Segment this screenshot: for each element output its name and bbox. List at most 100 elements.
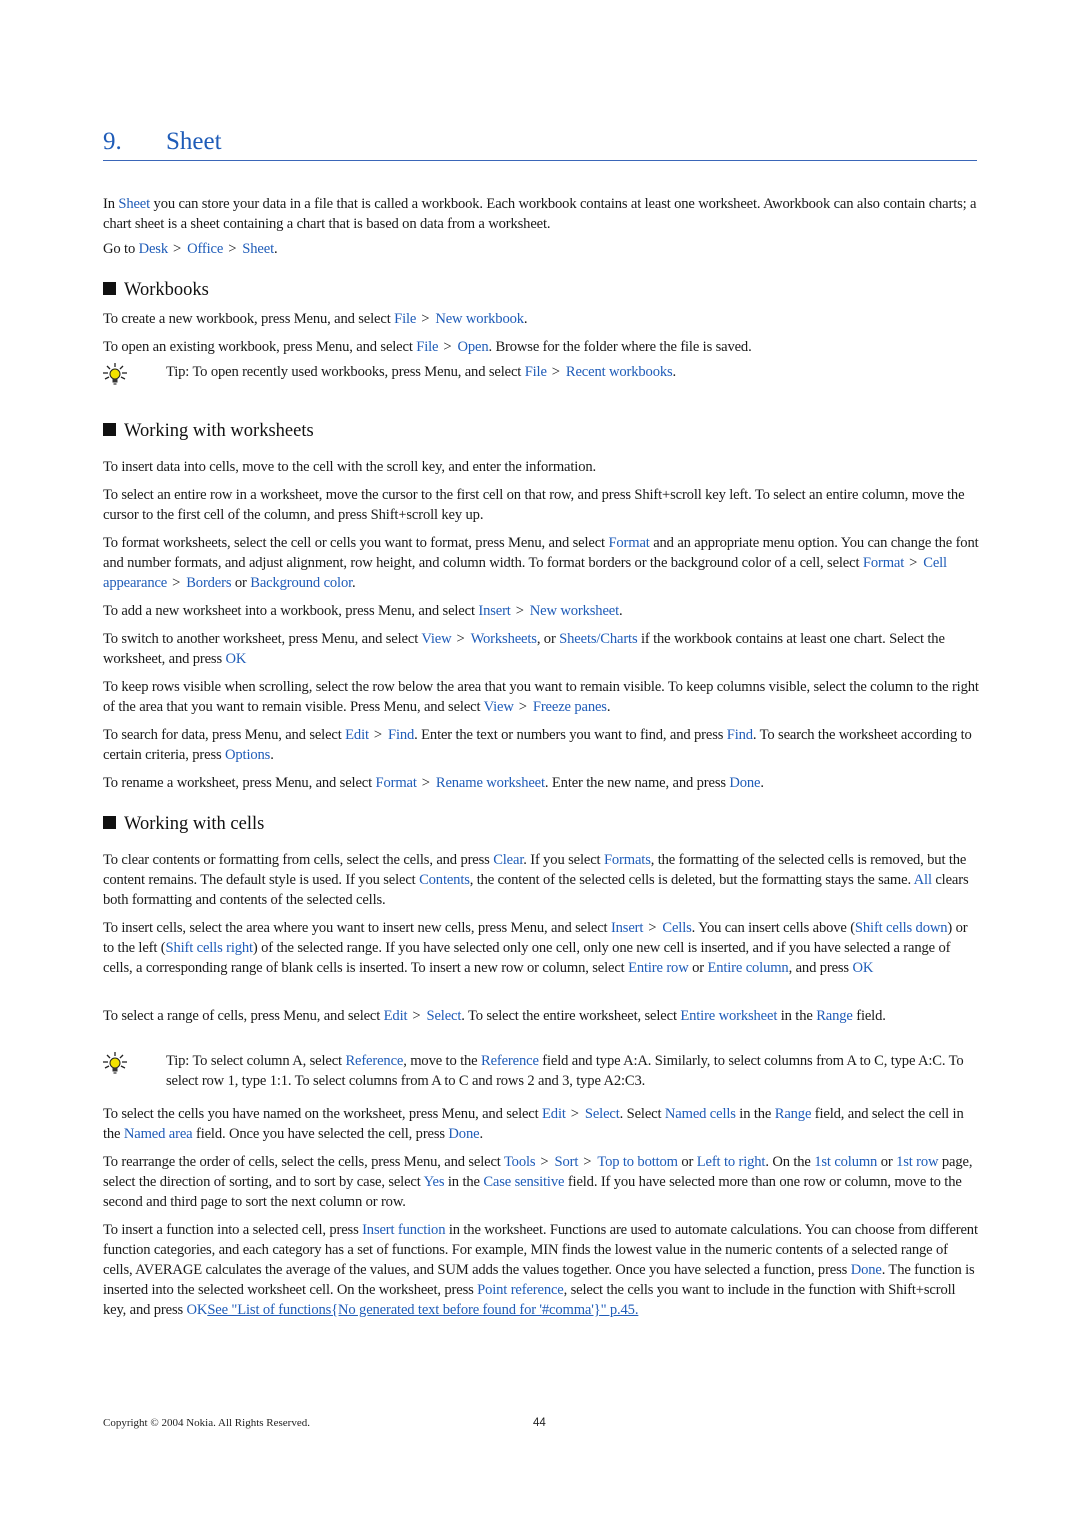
menu-reference-link: Contents — [419, 872, 470, 888]
menu-reference-link: Select — [584, 1106, 620, 1122]
menu-reference-link: Done — [850, 1262, 882, 1278]
menu-reference-link: Formats — [603, 852, 651, 868]
section-heading-worksheets: Working with worksheets — [103, 420, 314, 442]
menu-reference-link: Insert — [610, 920, 644, 936]
menu-reference-link: File — [416, 339, 439, 355]
menu-reference-link: Format — [375, 775, 417, 791]
menu-reference-link: 1st row — [896, 1154, 939, 1170]
menu-reference-link: Insert — [478, 603, 511, 619]
paragraph: To select the cells you have named on th… — [103, 1106, 964, 1142]
menu-reference-link: Tools — [503, 1154, 536, 1170]
menu-reference-link: Case sensitive — [483, 1174, 565, 1190]
paragraph: To select a range of cells, press Menu, … — [103, 1008, 886, 1024]
menu-reference-link: Insert function — [362, 1222, 446, 1238]
menu-reference-link: Named area — [123, 1126, 193, 1142]
menu-reference-link: OK — [186, 1302, 208, 1318]
menu-reference-link: Find — [726, 727, 753, 743]
menu-reference-link: Entire row — [628, 960, 689, 976]
path-separator: > — [421, 311, 430, 327]
paragraph: To select an entire row in a worksheet, … — [103, 487, 965, 523]
menu-reference-link: Find — [387, 727, 415, 743]
menu-reference-link: Format — [608, 535, 650, 551]
menu-reference-link: Point reference — [477, 1282, 564, 1298]
menu-reference-link: Clear — [493, 852, 524, 868]
menu-reference-link: Background color — [250, 575, 352, 591]
menu-reference-link: Recent workbooks — [565, 364, 673, 380]
path-separator: > — [570, 1106, 579, 1122]
menu-reference-link: Reference — [345, 1053, 404, 1069]
paragraph: To insert cells, select the area where y… — [103, 920, 968, 976]
path-separator: > — [443, 339, 452, 355]
path-separator: > — [583, 1154, 592, 1170]
menu-reference-link: Freeze panes — [532, 699, 607, 715]
paragraph: To keep rows visible when scrolling, sel… — [103, 679, 979, 715]
path-separator: > — [909, 555, 918, 571]
tip-text: Tip: To open recently used workbooks, pr… — [166, 364, 677, 380]
paragraph: To clear contents or formatting from cel… — [103, 852, 969, 908]
menu-reference-link: Office — [187, 241, 224, 257]
paragraph: To insert data into cells, move to the c… — [103, 459, 596, 475]
path-separator: > — [551, 364, 560, 380]
menu-reference-link: Yes — [423, 1174, 445, 1190]
path-separator: > — [172, 575, 181, 591]
page-number: 44 — [533, 1417, 546, 1429]
menu-reference-link: Range — [816, 1008, 853, 1024]
menu-reference-link: Worksheets — [470, 631, 537, 647]
path-separator: > — [412, 1008, 421, 1024]
menu-reference-link: Sheet — [118, 196, 151, 212]
menu-reference-link: Select — [426, 1008, 462, 1024]
tip-text: Tip: To select column A, select Referenc… — [166, 1053, 964, 1089]
menu-reference-link: Desk — [138, 241, 169, 257]
paragraph: To insert a function into a selected cel… — [103, 1222, 978, 1318]
path-separator: > — [540, 1154, 549, 1170]
paragraph: To rename a worksheet, press Menu, and s… — [103, 775, 764, 791]
menu-reference-link: Sheets/Charts — [559, 631, 638, 647]
paragraph: To search for data, press Menu, and sele… — [103, 727, 972, 763]
chapter-heading: 9. Sheet — [103, 126, 977, 161]
menu-reference-link: Top to bottom — [597, 1154, 678, 1170]
menu-reference-link: View — [483, 699, 514, 715]
menu-reference-link: Format — [862, 555, 905, 571]
menu-reference-link: Borders — [186, 575, 232, 591]
navigation-path: Go to Desk > Office > Sheet. — [103, 241, 278, 257]
path-separator: > — [515, 603, 524, 619]
menu-reference-link: Edit — [542, 1106, 566, 1122]
paragraph: To open an existing workbook, press Menu… — [103, 339, 752, 355]
intro-paragraph: In Sheet you can store your data in a fi… — [103, 196, 977, 232]
menu-reference-link: All — [913, 872, 932, 888]
menu-reference-link: OK — [852, 960, 874, 976]
menu-reference-link: Shift cells right — [165, 940, 253, 956]
section-marker-icon — [103, 282, 116, 295]
path-separator: > — [421, 775, 430, 791]
section-heading-cells: Working with cells — [103, 813, 264, 835]
path-separator: > — [373, 727, 382, 743]
menu-reference-link: File — [524, 364, 547, 380]
menu-reference-link: File — [394, 311, 417, 327]
lightbulb-icon — [103, 363, 127, 385]
menu-reference-link: Shift cells down — [854, 920, 948, 936]
section-marker-icon — [103, 816, 116, 829]
menu-reference-link: Done — [729, 775, 761, 791]
cross-reference-link[interactable]: See "List of functions{No generated text… — [207, 1302, 638, 1318]
menu-reference-link: Edit — [345, 727, 369, 743]
paragraph: To add a new worksheet into a workbook, … — [103, 603, 623, 619]
menu-reference-link: View — [421, 631, 452, 647]
menu-reference-link: Entire worksheet — [680, 1008, 778, 1024]
menu-reference-link: Reference — [480, 1053, 539, 1069]
menu-reference-link: Options — [225, 747, 271, 763]
menu-reference-link: New workbook — [435, 311, 524, 327]
menu-reference-link: Open — [457, 339, 489, 355]
menu-reference-link: OK — [225, 651, 247, 667]
section-heading-workbooks: Workbooks — [103, 279, 209, 301]
paragraph: To rearrange the order of cells, select … — [103, 1154, 973, 1210]
paragraph: To format worksheets, select the cell or… — [103, 535, 979, 591]
menu-reference-link: Left to right — [696, 1154, 766, 1170]
menu-reference-link: Sheet — [242, 241, 274, 257]
menu-reference-link: Sort — [554, 1154, 579, 1170]
path-separator: > — [456, 631, 465, 647]
section-marker-icon — [103, 423, 116, 436]
lightbulb-icon — [103, 1052, 127, 1074]
menu-reference-link: Done — [448, 1126, 480, 1142]
path-separator: > — [228, 241, 237, 257]
menu-reference-link: Rename worksheet — [435, 775, 545, 791]
